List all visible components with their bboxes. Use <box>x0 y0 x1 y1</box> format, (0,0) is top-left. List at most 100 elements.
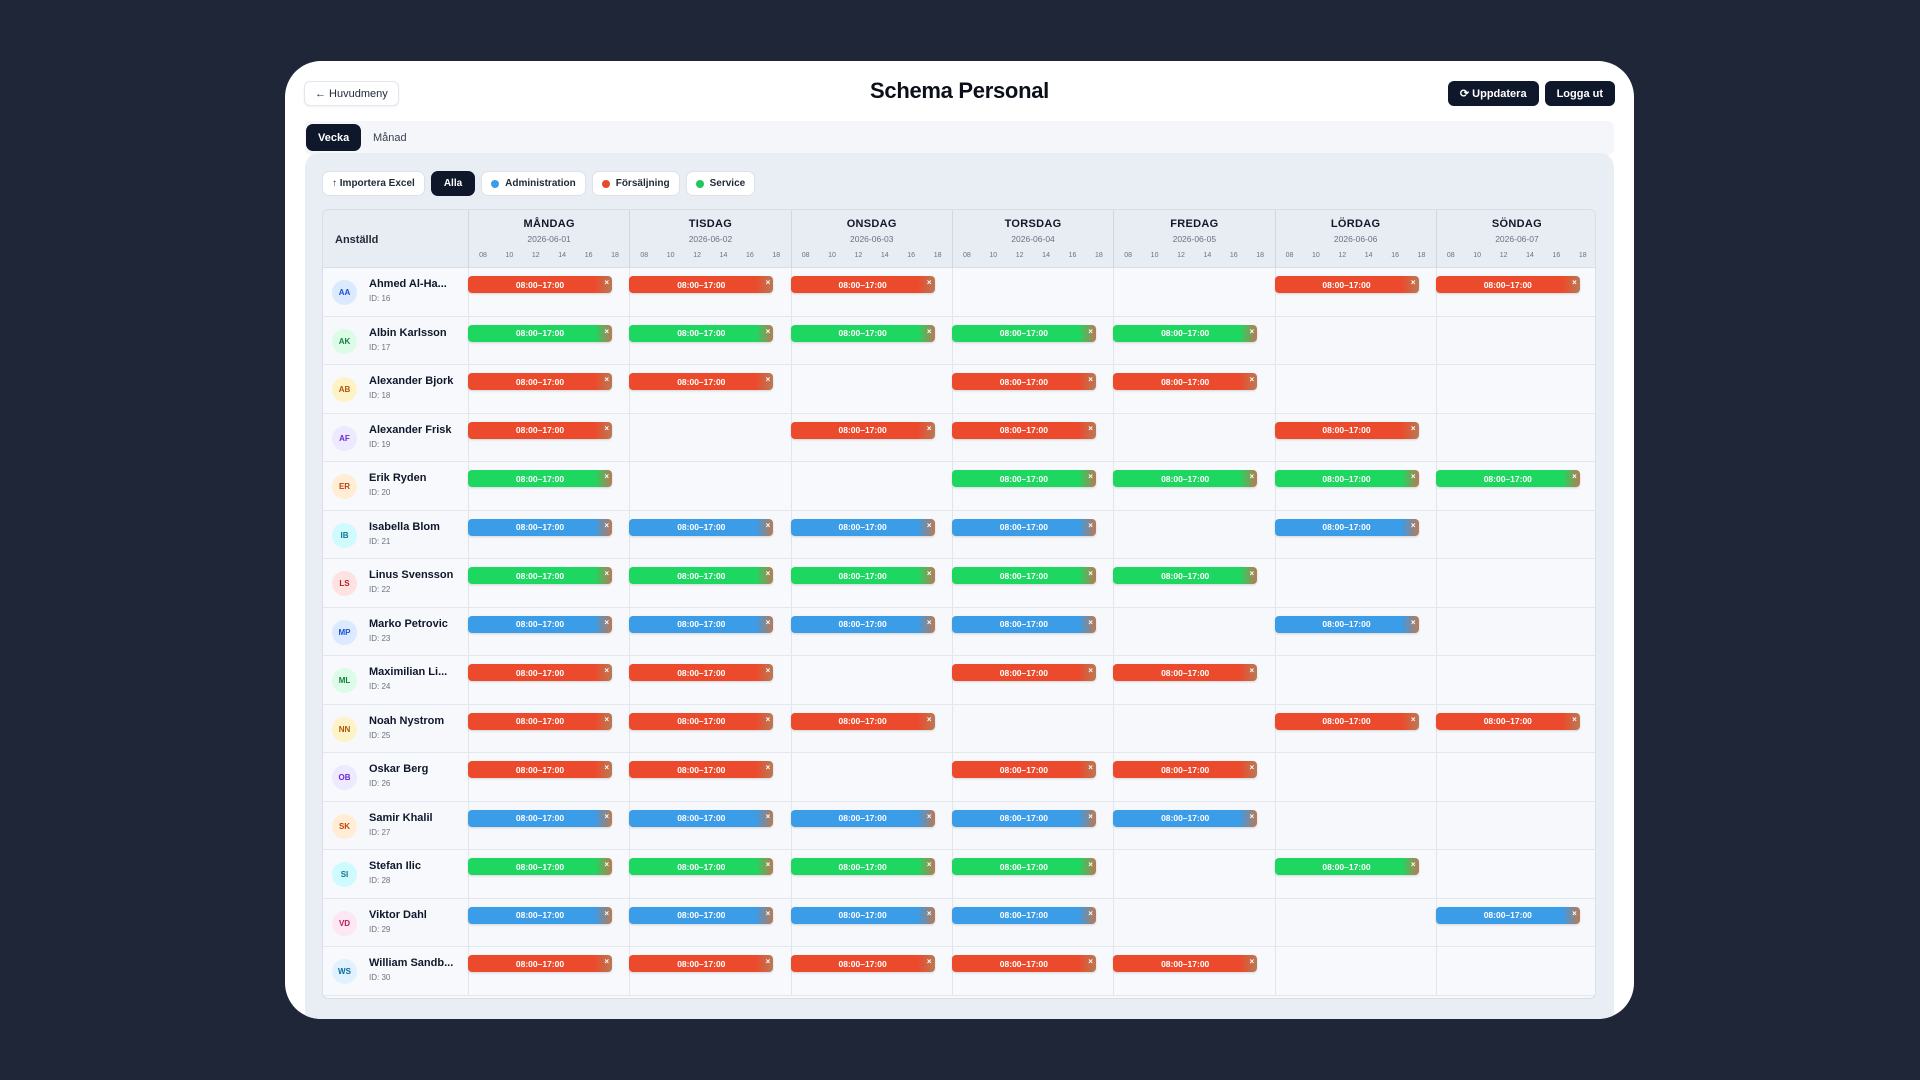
day-cell[interactable] <box>1274 365 1436 413</box>
shift-block[interactable]: 08:00–17:00 × <box>1113 373 1258 390</box>
remove-shift-icon[interactable]: × <box>766 521 771 530</box>
remove-shift-icon[interactable]: × <box>766 715 771 724</box>
remove-shift-icon[interactable]: × <box>927 521 932 530</box>
remove-shift-icon[interactable]: × <box>766 618 771 627</box>
day-cell[interactable] <box>1113 510 1274 558</box>
remove-shift-icon[interactable]: × <box>1411 278 1416 287</box>
remove-shift-icon[interactable]: × <box>604 812 609 821</box>
remove-shift-icon[interactable]: × <box>927 327 932 336</box>
remove-shift-icon[interactable]: × <box>927 812 932 821</box>
day-cell[interactable] <box>1435 510 1595 558</box>
shift-block[interactable]: 08:00–17:00 × <box>951 373 1096 390</box>
remove-shift-icon[interactable]: × <box>927 569 932 578</box>
shift-block[interactable]: 08:00–17:00 × <box>468 906 612 924</box>
shift-block[interactable]: 08:00–17:00 × <box>468 276 612 293</box>
remove-shift-icon[interactable]: × <box>1088 618 1093 627</box>
shift-block[interactable]: 08:00–17:00 × <box>790 518 935 536</box>
shift-block[interactable]: 08:00–17:00 × <box>629 615 774 633</box>
day-cell[interactable] <box>1435 753 1595 801</box>
shift-block[interactable]: 08:00–17:00 × <box>951 664 1096 681</box>
filter-sales-chip[interactable]: Försäljning <box>591 171 680 196</box>
shift-block[interactable]: 08:00–17:00 × <box>629 906 774 924</box>
shift-block[interactable]: 08:00–17:00 × <box>629 276 774 293</box>
shift-block[interactable]: 08:00–17:00 × <box>790 567 935 584</box>
shift-block[interactable]: 08:00–17:00 × <box>629 567 774 584</box>
remove-shift-icon[interactable]: × <box>604 424 609 433</box>
day-cell[interactable] <box>1435 607 1595 655</box>
shift-block[interactable]: 08:00–17:00 × <box>629 955 774 972</box>
remove-shift-icon[interactable]: × <box>1250 569 1255 578</box>
remove-shift-icon[interactable]: × <box>1088 472 1093 481</box>
shift-block[interactable]: 08:00–17:00 × <box>790 421 935 439</box>
remove-shift-icon[interactable]: × <box>1088 424 1093 433</box>
remove-shift-icon[interactable]: × <box>927 618 932 627</box>
remove-shift-icon[interactable]: × <box>1088 909 1093 918</box>
day-cell[interactable] <box>790 753 952 801</box>
day-cell[interactable] <box>1274 753 1436 801</box>
shift-block[interactable]: 08:00–17:00 × <box>1113 955 1258 972</box>
remove-shift-icon[interactable]: × <box>1250 812 1255 821</box>
shift-block[interactable]: 08:00–17:00 × <box>629 761 774 778</box>
remove-shift-icon[interactable]: × <box>766 569 771 578</box>
shift-block[interactable]: 08:00–17:00 × <box>951 955 1096 972</box>
day-cell[interactable] <box>790 365 952 413</box>
day-cell[interactable] <box>790 656 952 704</box>
filter-administration-chip[interactable]: Administration <box>481 171 586 196</box>
day-cell[interactable] <box>1113 898 1274 946</box>
day-cell[interactable] <box>1113 413 1274 461</box>
tab-month[interactable]: Månad <box>361 124 419 151</box>
remove-shift-icon[interactable]: × <box>766 375 771 384</box>
day-cell[interactable] <box>1274 559 1436 607</box>
shift-block[interactable]: 08:00–17:00 × <box>790 858 935 875</box>
remove-shift-icon[interactable]: × <box>1088 327 1093 336</box>
remove-shift-icon[interactable]: × <box>766 327 771 336</box>
remove-shift-icon[interactable]: × <box>766 860 771 869</box>
shift-block[interactable]: 08:00–17:00 × <box>1113 809 1258 827</box>
day-cell[interactable] <box>1435 365 1595 413</box>
shift-block[interactable]: 08:00–17:00 × <box>468 518 612 536</box>
shift-block[interactable]: 08:00–17:00 × <box>468 324 612 342</box>
remove-shift-icon[interactable]: × <box>927 860 932 869</box>
shift-block[interactable]: 08:00–17:00 × <box>1274 470 1419 487</box>
day-cell[interactable] <box>951 704 1113 752</box>
remove-shift-icon[interactable]: × <box>766 763 771 772</box>
remove-shift-icon[interactable]: × <box>1250 763 1255 772</box>
shift-block[interactable]: 08:00–17:00 × <box>468 761 612 778</box>
shift-block[interactable]: 08:00–17:00 × <box>1274 276 1419 293</box>
shift-block[interactable]: 08:00–17:00 × <box>629 518 774 536</box>
remove-shift-icon[interactable]: × <box>604 472 609 481</box>
shift-block[interactable]: 08:00–17:00 × <box>951 324 1096 342</box>
remove-shift-icon[interactable]: × <box>604 278 609 287</box>
day-cell[interactable] <box>1274 656 1436 704</box>
shift-block[interactable]: 08:00–17:00 × <box>951 470 1096 487</box>
shift-block[interactable]: 08:00–17:00 × <box>629 712 774 730</box>
remove-shift-icon[interactable]: × <box>604 763 609 772</box>
shift-block[interactable]: 08:00–17:00 × <box>1113 324 1258 342</box>
day-cell[interactable] <box>1274 801 1436 849</box>
shift-block[interactable]: 08:00–17:00 × <box>1113 664 1258 681</box>
shift-block[interactable]: 08:00–17:00 × <box>1435 906 1580 924</box>
shift-block[interactable]: 08:00–17:00 × <box>468 615 612 633</box>
shift-block[interactable]: 08:00–17:00 × <box>790 324 935 342</box>
import-excel-button[interactable]: ↑ Importera Excel <box>322 171 425 196</box>
shift-block[interactable]: 08:00–17:00 × <box>629 373 774 390</box>
day-cell[interactable] <box>1435 801 1595 849</box>
remove-shift-icon[interactable]: × <box>766 278 771 287</box>
day-cell[interactable] <box>1435 656 1595 704</box>
shift-block[interactable]: 08:00–17:00 × <box>790 615 935 633</box>
day-cell[interactable] <box>1113 704 1274 752</box>
remove-shift-icon[interactable]: × <box>1411 521 1416 530</box>
shift-block[interactable]: 08:00–17:00 × <box>1113 761 1258 778</box>
day-cell[interactable] <box>1113 268 1274 316</box>
remove-shift-icon[interactable]: × <box>604 909 609 918</box>
shift-block[interactable]: 08:00–17:00 × <box>468 373 612 390</box>
shift-block[interactable]: 08:00–17:00 × <box>951 809 1096 827</box>
shift-block[interactable]: 08:00–17:00 × <box>629 858 774 875</box>
remove-shift-icon[interactable]: × <box>604 327 609 336</box>
shift-block[interactable]: 08:00–17:00 × <box>790 276 935 293</box>
shift-block[interactable]: 08:00–17:00 × <box>468 712 612 730</box>
remove-shift-icon[interactable]: × <box>1572 909 1577 918</box>
shift-block[interactable]: 08:00–17:00 × <box>1435 276 1580 293</box>
remove-shift-icon[interactable]: × <box>1572 278 1577 287</box>
remove-shift-icon[interactable]: × <box>1088 812 1093 821</box>
